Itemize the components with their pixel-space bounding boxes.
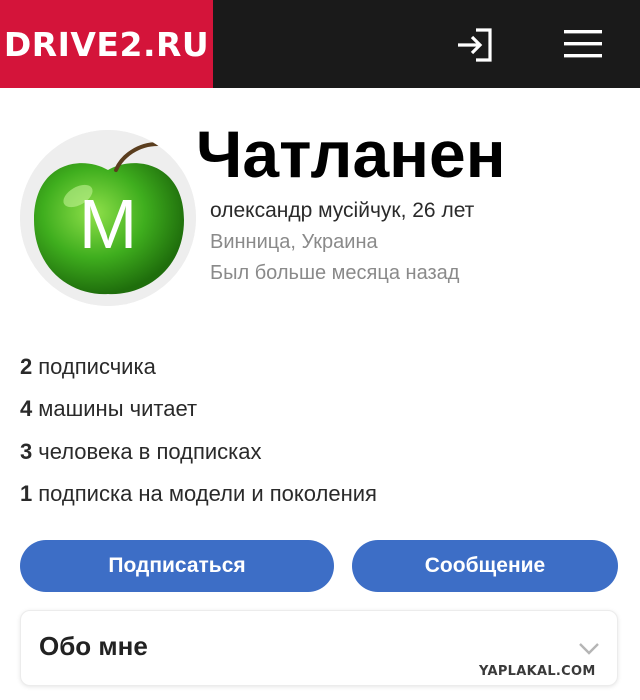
stat-label: машины читает (38, 396, 198, 421)
stat-label: человека в подписках (38, 439, 262, 464)
watermark: YAPLAKAL.COM (476, 663, 599, 680)
hamburger-menu-icon[interactable] (560, 24, 606, 64)
profile-last-seen: Был больше месяца назад (210, 262, 460, 284)
stat-label: подписчика (38, 354, 156, 379)
stat-label: подписка на модели и поколения (38, 481, 377, 506)
subscribe-button[interactable]: Подписаться (20, 540, 334, 592)
stat-count: 2 (20, 354, 33, 379)
avatar-letter: M (79, 185, 137, 263)
top-bar: DRIVE2.RU (0, 0, 640, 88)
stat-following[interactable]: 3 человека в подписках (20, 439, 262, 465)
profile-location: Винница, Украина (210, 231, 378, 253)
site-logo[interactable]: DRIVE2.RU (0, 0, 213, 88)
about-me-title: Обо мне (39, 631, 148, 661)
stat-count: 1 (20, 481, 33, 506)
stat-model-subscriptions[interactable]: 1 подписка на модели и поколения (20, 481, 377, 507)
overlay-caption: Чатланен (196, 117, 506, 191)
stat-count: 4 (20, 396, 33, 421)
stat-followers[interactable]: 2 подписчика (20, 354, 156, 380)
stat-cars-followed[interactable]: 4 машины читает (20, 396, 197, 422)
message-button-label: Сообщение (424, 554, 546, 577)
subscribe-button-label: Подписаться (108, 554, 246, 577)
stat-count: 3 (20, 439, 33, 464)
site-logo-text: DRIVE2.RU (3, 24, 210, 64)
message-button[interactable]: Сообщение (352, 540, 618, 592)
profile-name-age: олександр мусійчук, 26 лет (210, 199, 475, 222)
avatar[interactable]: M (20, 130, 196, 306)
sign-in-icon[interactable] (452, 24, 498, 66)
chevron-down-icon[interactable] (576, 635, 602, 661)
